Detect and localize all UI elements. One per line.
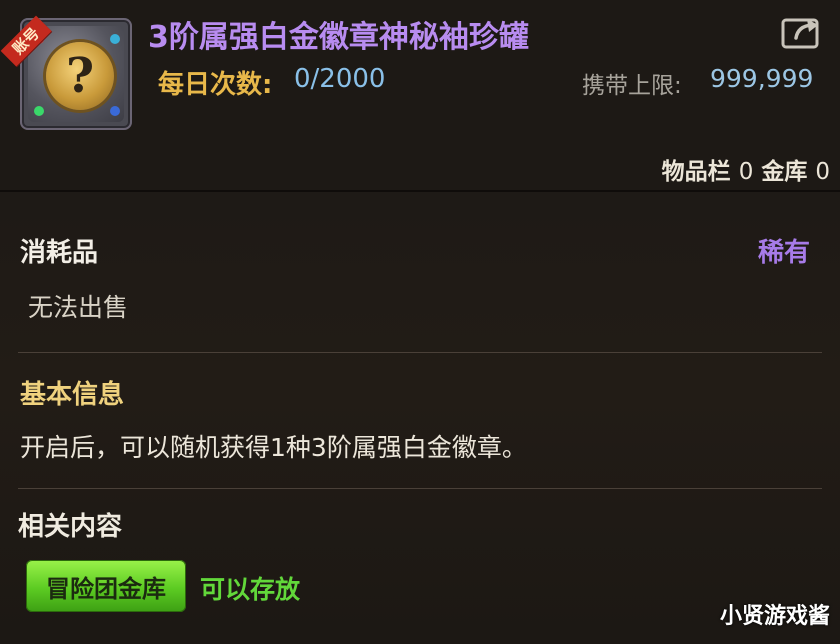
mystery-coin-icon: ? 账号 <box>0 15 132 130</box>
watermark: 小贤游戏酱 <box>719 604 830 629</box>
related-content-heading: 相关内容 <box>18 512 123 542</box>
section-divider <box>18 488 822 489</box>
item-title: 3阶属强白金徽章神秘袖珍罐 <box>148 20 529 55</box>
daily-uses-label: 每日次数: <box>158 70 273 100</box>
coin-icon: ? <box>46 42 114 110</box>
gem-icon <box>34 106 44 116</box>
inventory-count: 0 <box>738 159 754 185</box>
item-tooltip-panel: ? 账号 3阶属强白金徽章神秘袖珍罐 每日次数: 0/2000 携带上限: 99… <box>0 0 840 644</box>
vault-label: 金库 <box>761 159 808 185</box>
question-mark-icon: ? <box>65 48 95 104</box>
carry-limit-label: 携带上限: <box>582 73 682 99</box>
tooltip-header: ? 账号 3阶属强白金徽章神秘袖珍罐 每日次数: 0/2000 携带上限: 99… <box>0 0 840 190</box>
rarity-label: 稀有 <box>757 238 810 268</box>
gem-icon <box>110 106 120 116</box>
section-divider <box>18 352 822 353</box>
basic-info-heading: 基本信息 <box>20 380 125 410</box>
vault-count: 0 <box>815 159 830 185</box>
inventory-label: 物品栏 <box>661 159 731 185</box>
gem-icon <box>110 34 120 44</box>
guild-vault-button[interactable]: 冒险团金库 <box>26 560 186 612</box>
item-description: 开启后，可以随机获得1种3阶属强白金徽章。 <box>20 433 527 462</box>
daily-uses-value: 0/2000 <box>294 64 386 94</box>
item-type-label: 消耗品 <box>20 238 99 268</box>
carry-limit-value: 999,999 <box>710 64 814 93</box>
storable-status: 可以存放 <box>200 575 301 604</box>
inventory-summary: 物品栏 0 金库 0 <box>662 152 830 186</box>
sell-status: 无法出售 <box>28 293 129 322</box>
share-external-icon[interactable] <box>780 14 824 50</box>
header-divider <box>0 190 840 192</box>
